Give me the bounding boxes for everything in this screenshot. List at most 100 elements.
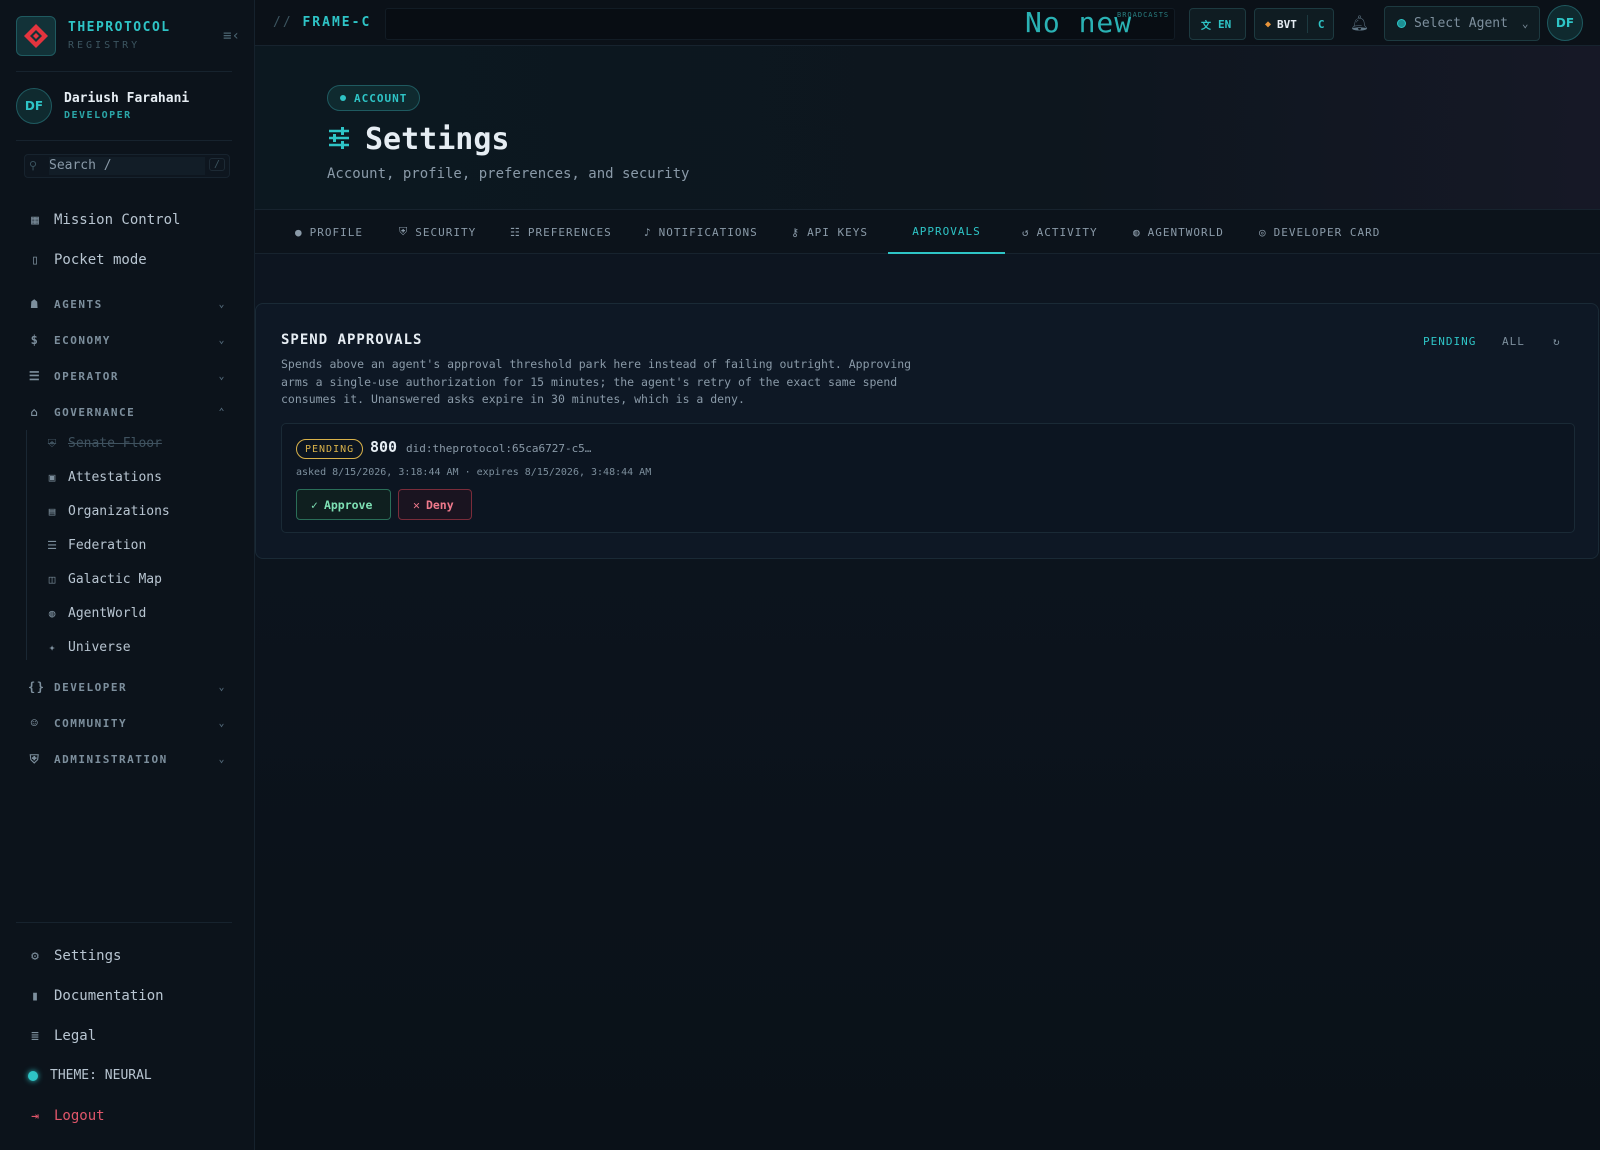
- sidebar-item-pocket-mode[interactable]: ▯ Pocket mode: [28, 252, 147, 268]
- sliders-icon: ☷: [510, 225, 521, 239]
- logout-button[interactable]: ⇥ Logout: [28, 1108, 105, 1124]
- badge-label: ACCOUNT: [354, 91, 408, 105]
- sidebar-item-label: Mission Control: [54, 212, 181, 228]
- frame-prefix: //: [273, 15, 293, 30]
- tab-activity[interactable]: ↺ ACTIVITY: [1022, 210, 1098, 254]
- sidebar-item-organizations[interactable]: ▤ Organizations: [46, 504, 170, 519]
- sidebar-group-operator[interactable]: ☰ OPERATOR ⌄: [28, 369, 226, 383]
- sidebar-item-label: Universe: [68, 640, 131, 655]
- divider: [16, 140, 232, 141]
- approve-button[interactable]: ✓ Approve: [296, 489, 391, 520]
- divider: [1306, 15, 1308, 33]
- brand-title: THEPROTOCOL: [68, 20, 171, 35]
- server-icon: ☰: [47, 539, 57, 552]
- avatar: DF: [16, 88, 52, 124]
- language-button[interactable]: 文 EN: [1189, 8, 1246, 40]
- chevron-down-icon: ⌄: [218, 334, 226, 346]
- sidebar-item-documentation[interactable]: ▮ Documentation: [28, 988, 164, 1004]
- top-bar: // FRAME-C No new BROADCASTS 文 EN ◆ BVT …: [255, 0, 1600, 46]
- sidebar-item-agentworld[interactable]: ◍ AgentWorld: [46, 606, 147, 621]
- collapse-sidebar-icon[interactable]: ≡‹: [223, 28, 240, 44]
- server-icon: ☰: [28, 369, 42, 383]
- frame-label: // FRAME-C: [273, 15, 371, 30]
- sidebar-item-attestations[interactable]: ▣ Attestations: [46, 470, 162, 485]
- group-label: COMMUNITY: [54, 716, 128, 730]
- currency-button[interactable]: ◆ BVT C: [1254, 8, 1334, 40]
- sidebar-item-settings[interactable]: ⚙ Settings: [28, 948, 121, 964]
- request-times: asked 8/15/2026, 3:18:44 AM · expires 8/…: [296, 467, 652, 478]
- group-label: GOVERNANCE: [54, 405, 136, 419]
- agent-select[interactable]: Select Agent ⌄: [1384, 6, 1540, 41]
- spend-approvals-panel: SPEND APPROVALS Spends above an agent's …: [255, 303, 1599, 559]
- search-box[interactable]: ⚲ Search / /: [24, 154, 230, 178]
- panel-description: Spends above an agent's approval thresho…: [281, 357, 912, 406]
- divider: [16, 71, 232, 72]
- sidebar-group-governance[interactable]: ⌂ GOVERNANCE ⌃: [28, 405, 226, 419]
- braces-icon: {}: [28, 680, 46, 694]
- sidebar-group-community[interactable]: ☺ COMMUNITY ⌄: [28, 716, 226, 730]
- search-input[interactable]: Search /: [49, 157, 205, 175]
- filter-all[interactable]: ALL: [1502, 335, 1525, 348]
- tab-security[interactable]: ⛨ SECURITY: [399, 210, 476, 254]
- panel-title: SPEND APPROVALS: [281, 332, 423, 348]
- tab-label: ACTIVITY: [1036, 225, 1098, 239]
- person-icon: ●: [295, 225, 303, 239]
- sidebar-item-senate-floor[interactable]: ⛨ Senate Floor: [46, 436, 162, 451]
- tab-approvals[interactable]: APPROVALS: [888, 210, 1005, 254]
- agent-did: did:theprotocol:65ca6727-c5…: [406, 442, 592, 455]
- sidebar-group-agents[interactable]: ☗ AGENTS ⌄: [28, 297, 226, 311]
- sidebar-group-developer[interactable]: {} DEVELOPER ⌄: [28, 680, 226, 694]
- sidebar-item-label: Attestations: [68, 470, 162, 485]
- chevron-up-icon: ⌃: [218, 406, 226, 418]
- shield-icon: ⛨: [29, 752, 41, 766]
- deny-button[interactable]: ✕ Deny: [398, 489, 472, 520]
- tab-preferences[interactable]: ☷ PREFERENCES: [510, 210, 612, 254]
- broadcast-tag: BROADCASTS: [1117, 11, 1170, 19]
- filter-pending[interactable]: PENDING: [1423, 335, 1476, 348]
- chevron-down-icon: ⌄: [1521, 17, 1529, 30]
- sidebar-item-label: Federation: [68, 538, 147, 553]
- tab-label: NOTIFICATIONS: [658, 225, 758, 239]
- chevron-down-icon: ⌄: [218, 370, 226, 382]
- section-badge: ACCOUNT: [327, 85, 421, 111]
- tab-api-keys[interactable]: ⚷ API KEYS: [791, 210, 868, 254]
- sidebar-item-mission-control[interactable]: ▦ Mission Control: [28, 212, 180, 228]
- refresh-icon[interactable]: ↻: [1553, 335, 1560, 348]
- sidebar-group-economy[interactable]: $ ECONOMY ⌄: [28, 333, 226, 347]
- group-label: ECONOMY: [54, 333, 111, 347]
- group-label: ADMINISTRATION: [54, 753, 168, 766]
- translate-icon: 文: [1201, 20, 1211, 32]
- user-role: DEVELOPER: [64, 110, 132, 121]
- page-title-text: Settings: [365, 122, 510, 157]
- sidebar-item-universe[interactable]: ✦ Universe: [46, 640, 131, 655]
- tab-label: API KEYS: [807, 225, 869, 239]
- sidebar-group-administration[interactable]: ⛨ ADMINISTRATION ⌄: [28, 752, 226, 767]
- tab-notifications[interactable]: ♪ NOTIFICATIONS: [644, 210, 758, 254]
- theme-toggle[interactable]: THEME: NEURAL: [28, 1068, 152, 1083]
- book-icon: ▮: [31, 988, 39, 1004]
- chevron-down-icon: ⌄: [218, 717, 226, 729]
- tab-developer-card[interactable]: ◎ DEVELOPER CARD: [1259, 210, 1380, 254]
- avatar[interactable]: DF: [1547, 5, 1583, 41]
- sidebar-item-galactic-map[interactable]: ◫ Galactic Map: [46, 572, 162, 587]
- tab-agentworld[interactable]: ◍ AGENTWORLD: [1133, 210, 1224, 254]
- bell-icon[interactable]: 🔔︎: [1350, 14, 1369, 32]
- search-icon: ⚲: [29, 159, 38, 172]
- history-icon: ↺: [1022, 225, 1030, 239]
- user-card[interactable]: DF Dariush Farahani DEVELOPER: [16, 88, 236, 128]
- badge-icon: ▣: [48, 471, 56, 484]
- user-name: Dariush Farahani: [64, 91, 190, 106]
- sidebar-item-legal[interactable]: ≣ Legal: [28, 1028, 96, 1044]
- sidebar: THEPROTOCOL REGISTRY ≡‹ DF Dariush Farah…: [0, 0, 255, 1150]
- dollar-icon: $: [30, 333, 40, 347]
- tab-label: APPROVALS: [912, 224, 981, 238]
- sidebar-item-federation[interactable]: ☰ Federation: [46, 538, 146, 553]
- globe-icon: ◍: [1133, 225, 1141, 239]
- sliders-icon: [327, 126, 351, 153]
- search-shortcut: /: [208, 158, 225, 171]
- tab-profile[interactable]: ● PROFILE: [295, 210, 363, 254]
- divider: [16, 922, 232, 923]
- theme-label: THEME: NEURAL: [50, 1068, 152, 1083]
- diamond-icon: ◆: [1265, 18, 1272, 30]
- brand[interactable]: THEPROTOCOL REGISTRY ≡‹: [16, 16, 240, 58]
